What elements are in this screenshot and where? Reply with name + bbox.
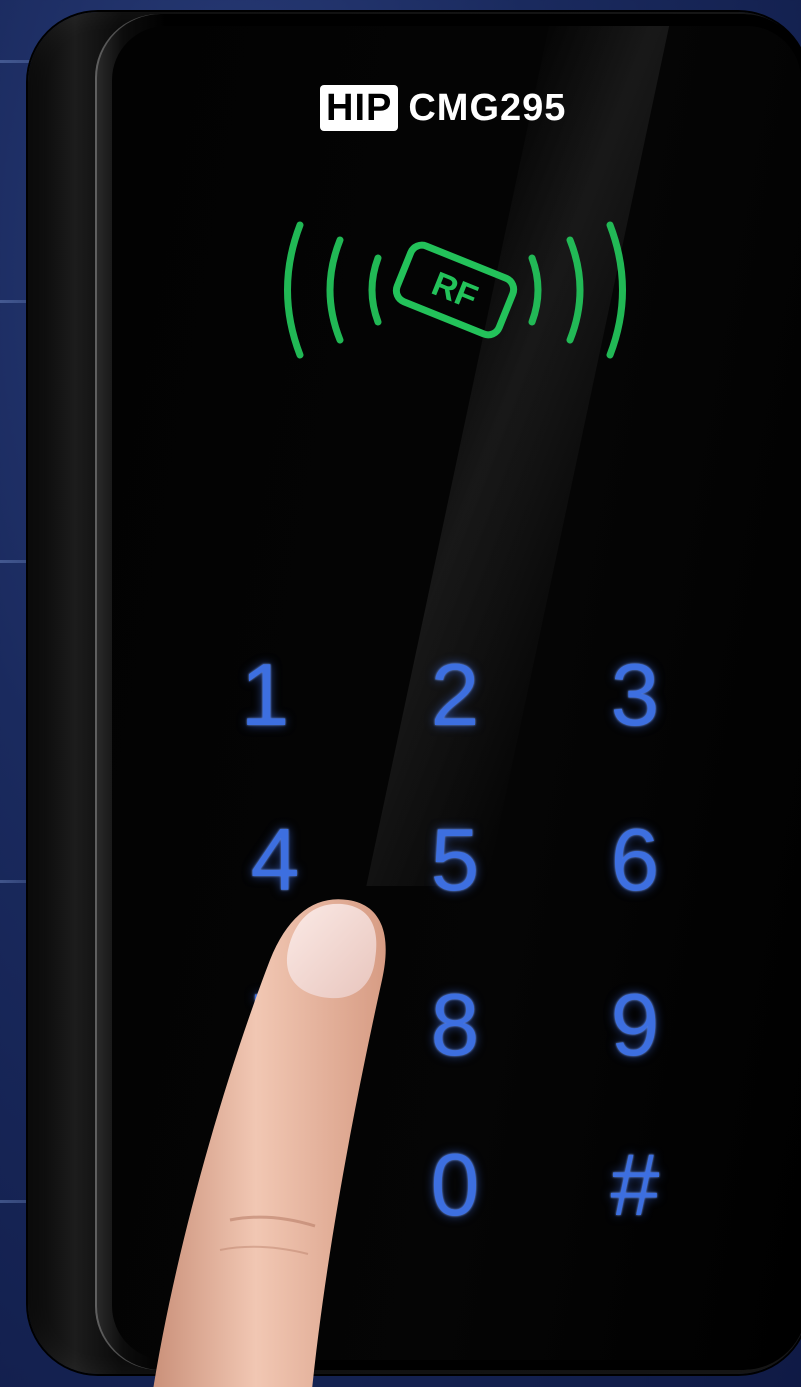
key-5[interactable]: 5 bbox=[400, 805, 510, 915]
finger-pressing-key bbox=[153, 899, 386, 1387]
rf-wave-right-middle bbox=[566, 236, 584, 344]
rf-reader-area[interactable]: RF bbox=[270, 210, 640, 370]
key-1[interactable]: 1 bbox=[210, 640, 320, 750]
key-0[interactable]: 0 bbox=[400, 1130, 510, 1240]
brand-label: HIP CMG295 bbox=[320, 82, 566, 134]
key-hash[interactable]: # bbox=[580, 1130, 690, 1240]
key-2[interactable]: 2 bbox=[400, 640, 510, 750]
key-3[interactable]: 3 bbox=[580, 640, 690, 750]
rf-label: RF bbox=[426, 265, 482, 317]
rf-wave-right-inner bbox=[528, 254, 542, 326]
rf-card-icon: RF bbox=[392, 241, 518, 339]
rf-wave-right-outer bbox=[606, 221, 626, 359]
key-6[interactable]: 6 bbox=[580, 805, 690, 915]
rf-wave-left-inner bbox=[368, 254, 382, 326]
key-8[interactable]: 8 bbox=[400, 970, 510, 1080]
rf-wave-left-outer bbox=[284, 221, 304, 359]
key-9[interactable]: 9 bbox=[580, 970, 690, 1080]
model-name: CMG295 bbox=[408, 86, 567, 129]
brand-logo: HIP bbox=[320, 85, 399, 131]
rf-wave-left-middle bbox=[326, 236, 344, 344]
